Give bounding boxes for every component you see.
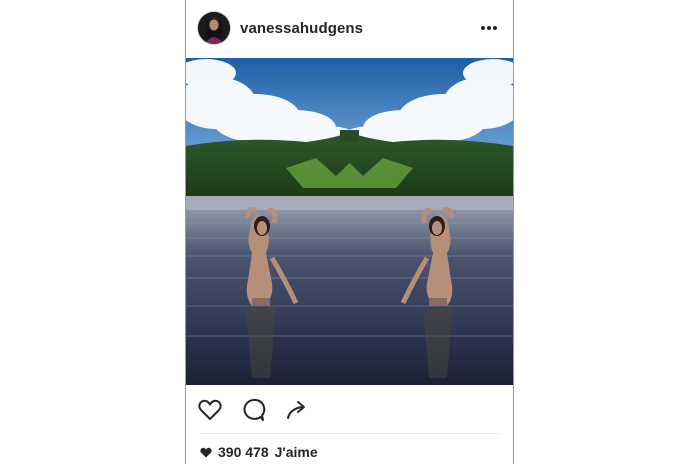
heart-filled-icon: [200, 447, 212, 457]
post-header: vanessahudgens: [186, 0, 513, 58]
username[interactable]: vanessahudgens: [240, 20, 363, 37]
post-photo[interactable]: [186, 58, 513, 385]
like-heart-icon[interactable]: [196, 396, 224, 424]
avatar[interactable]: [198, 12, 230, 44]
avatar-image: [198, 12, 230, 44]
comment-bubble-icon[interactable]: [239, 396, 267, 424]
likes-number: 390 478: [218, 444, 269, 460]
divider: [200, 433, 499, 434]
share-arrow-icon[interactable]: [283, 396, 311, 424]
likes-label: J'aime: [274, 444, 318, 460]
likes-count[interactable]: 390 478 J'aime: [200, 444, 318, 460]
more-options-icon[interactable]: [479, 18, 499, 38]
post-actions: [186, 390, 513, 430]
post-card: vanessahudgens 390 478 J'aime: [185, 0, 514, 464]
